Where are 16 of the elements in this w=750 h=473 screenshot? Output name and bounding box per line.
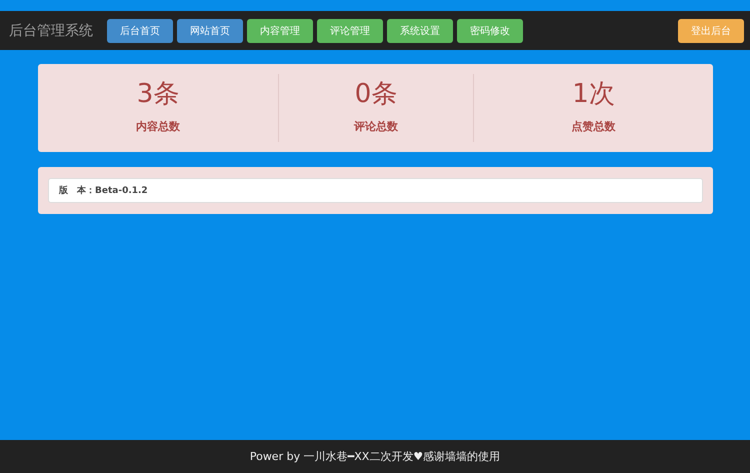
nav-button[interactable]: 内容管理 bbox=[247, 18, 313, 42]
brand-title: 后台管理系统 bbox=[9, 22, 93, 40]
stat-value: 1次 bbox=[572, 78, 615, 111]
logout-button[interactable]: 登出后台 bbox=[678, 18, 744, 42]
stat-value: 0条 bbox=[354, 78, 398, 111]
nav-button[interactable]: 评论管理 bbox=[317, 18, 383, 42]
footer-text: Power by 一川水巷━XX二次开发♥感谢墙墙的使用 bbox=[250, 449, 500, 464]
version-info: 版 本：Beta-0.1.2 bbox=[48, 178, 703, 203]
stat-label: 内容总数 bbox=[136, 119, 180, 134]
stat-label: 评论总数 bbox=[354, 119, 398, 134]
nav-button[interactable]: 后台首页 bbox=[107, 18, 173, 42]
stat-value: 3条 bbox=[136, 78, 180, 111]
nav-button[interactable]: 系统设置 bbox=[387, 18, 453, 42]
nav-button[interactable]: 网站首页 bbox=[177, 18, 243, 42]
stat-label: 点赞总数 bbox=[572, 119, 616, 134]
nav-button[interactable]: 密码修改 bbox=[457, 18, 523, 42]
